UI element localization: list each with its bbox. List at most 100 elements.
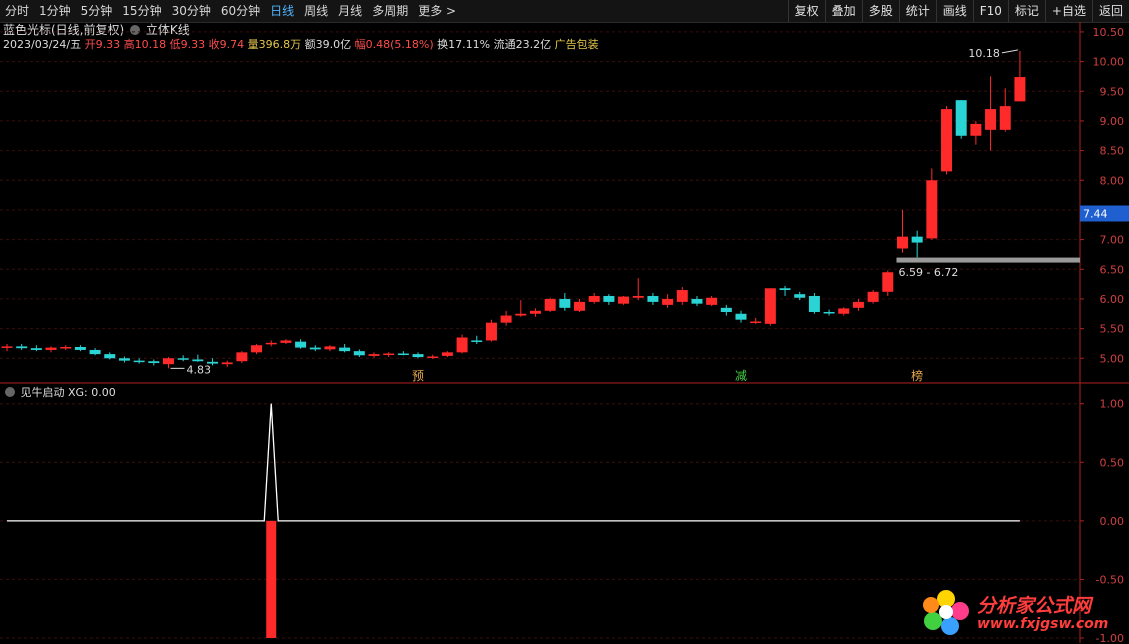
candle-body-35 [515, 313, 527, 316]
candle-body-67 [985, 109, 997, 130]
candle-body-29 [427, 356, 439, 358]
action-button-4[interactable]: 画线 [935, 0, 973, 22]
candle-body-30 [441, 352, 453, 356]
watermark: 分析家公式网 www.fxjgsw.com [920, 585, 1120, 640]
candle-body-64 [941, 109, 953, 172]
candle-body-11 [162, 358, 174, 365]
close-value: 9.74 [219, 38, 245, 51]
tab-3[interactable]: 15分钟 [117, 0, 166, 22]
grid-lines [0, 31, 1080, 639]
action-button-3[interactable]: 统计 [898, 0, 936, 22]
candle-body-2 [30, 348, 42, 350]
action-button-7[interactable]: +自选 [1044, 0, 1092, 22]
tab-8[interactable]: 月线 [333, 0, 367, 22]
tab-2[interactable]: 5分钟 [76, 0, 118, 22]
period-tabs: 分时 1分钟 5分钟 15分钟 30分钟 60分钟 日线 周线 月线 多周期 更多 > [0, 0, 461, 22]
high-label: 高 [123, 38, 135, 51]
current-price-label: 7.44 [1083, 207, 1108, 220]
candle-body-0 [1, 346, 13, 348]
tab-0[interactable]: 分时 [0, 0, 34, 22]
action-button-1[interactable]: 叠加 [824, 0, 862, 22]
action-button-2[interactable]: 多股 [861, 0, 899, 22]
candle-body-12 [177, 358, 189, 360]
candle-body-36 [529, 310, 541, 314]
candle-body-10 [148, 361, 160, 364]
event-label-1: 减 [735, 369, 747, 383]
event-label-2: 榜 [911, 368, 923, 383]
candle-body-63 [926, 180, 938, 239]
action-button-5[interactable]: F10 [972, 0, 1008, 22]
event-label-0: 预 [412, 369, 424, 383]
candle-body-50 [735, 313, 747, 320]
candle-body-60 [882, 272, 894, 292]
volume-label: 量 [247, 38, 259, 51]
candle-body-40 [588, 295, 600, 302]
tab-1[interactable]: 1分钟 [34, 0, 76, 22]
action-button-8[interactable]: 返回 [1091, 0, 1129, 22]
candle-body-42 [618, 296, 630, 304]
price-axis-label-1: 5.50 [1100, 323, 1125, 336]
action-button-0[interactable]: 复权 [787, 0, 825, 22]
candle-body-22 [324, 346, 336, 350]
range-label: 6.59 - 6.72 [898, 266, 958, 279]
signal-bar [266, 520, 277, 638]
candle-body-68 [999, 106, 1011, 130]
indicator-axis-label-1: 0.50 [1100, 456, 1125, 469]
view-mode[interactable]: 立体K线 [146, 23, 190, 37]
candle-body-37 [544, 298, 556, 311]
turnover-value: 17.11% [448, 38, 491, 51]
candle-body-47 [691, 298, 703, 304]
candle-body-69 [1014, 77, 1026, 102]
candle-body-3 [45, 347, 57, 350]
turnover-label: 换 [437, 38, 449, 51]
high-arrow [1001, 49, 1019, 54]
amount-label: 额 [304, 38, 316, 51]
indicator-legend: 见牛启动 XG: 0.00 [3, 386, 116, 400]
candle-body-61 [896, 236, 908, 249]
candle-body-49 [720, 307, 732, 312]
price-axis-label-7: 8.50 [1100, 145, 1125, 158]
date-value: 2023/03/24/五 [3, 38, 82, 51]
indicator-name[interactable]: 见牛启动 [21, 386, 65, 399]
annotations: 6.59 - 6.72 10.18 4.83 7.44 预 减 榜 [170, 47, 1129, 383]
tab-7[interactable]: 周线 [299, 0, 333, 22]
candle-body-31 [456, 337, 468, 353]
tab-4[interactable]: 30分钟 [167, 0, 216, 22]
tab-10[interactable]: 更多 > [413, 0, 461, 22]
volume-value: 396.8万 [258, 38, 302, 51]
action-button-6[interactable]: 标记 [1007, 0, 1045, 22]
float-value: 23.2亿 [515, 38, 552, 51]
tab-9[interactable]: 多周期 [367, 0, 413, 22]
period-toolbar: 分时 1分钟 5分钟 15分钟 30分钟 60分钟 日线 周线 月线 多周期 更多 > 复权 叠加 多股… [0, 0, 1129, 23]
tab-6[interactable]: 日线 [265, 0, 299, 22]
candle-body-59 [867, 291, 879, 302]
candle-body-52 [764, 288, 776, 324]
price-axis-label-9: 9.50 [1100, 85, 1125, 98]
action-buttons: 复权 叠加 多股 统计 画线 F10 标记 +自选 返回 [787, 0, 1129, 22]
dropdown-icon[interactable] [130, 25, 141, 35]
price-axis-label-8: 9.00 [1100, 115, 1125, 128]
candle-body-19 [280, 340, 292, 343]
candle-body-5 [74, 346, 86, 350]
candle-body-21 [309, 347, 321, 350]
candle-body-1 [16, 346, 28, 349]
close-label: 收 [208, 38, 220, 51]
candle-body-16 [236, 352, 248, 362]
change-value: 0.48(5.18%) [365, 38, 434, 51]
current-price-tag [1080, 205, 1129, 222]
tab-5[interactable]: 60分钟 [216, 0, 265, 22]
candle-body-46 [676, 290, 688, 302]
candle-body-54 [794, 294, 806, 298]
candle-body-7 [104, 354, 116, 359]
candlestick-series [1, 50, 1026, 369]
candle-body-14 [207, 361, 219, 364]
indicator-dropdown-icon[interactable] [5, 387, 15, 397]
candle-body-13 [192, 359, 204, 362]
candle-body-45 [662, 298, 674, 305]
candle-body-56 [823, 311, 835, 314]
candle-body-20 [295, 341, 307, 348]
open-value: 9.33 [95, 38, 121, 51]
industry-tag[interactable]: 广告包装 [555, 38, 599, 51]
stock-name[interactable]: 蓝色光标(日线,前复权) [3, 23, 124, 37]
high-value: 10.18 [134, 38, 167, 51]
